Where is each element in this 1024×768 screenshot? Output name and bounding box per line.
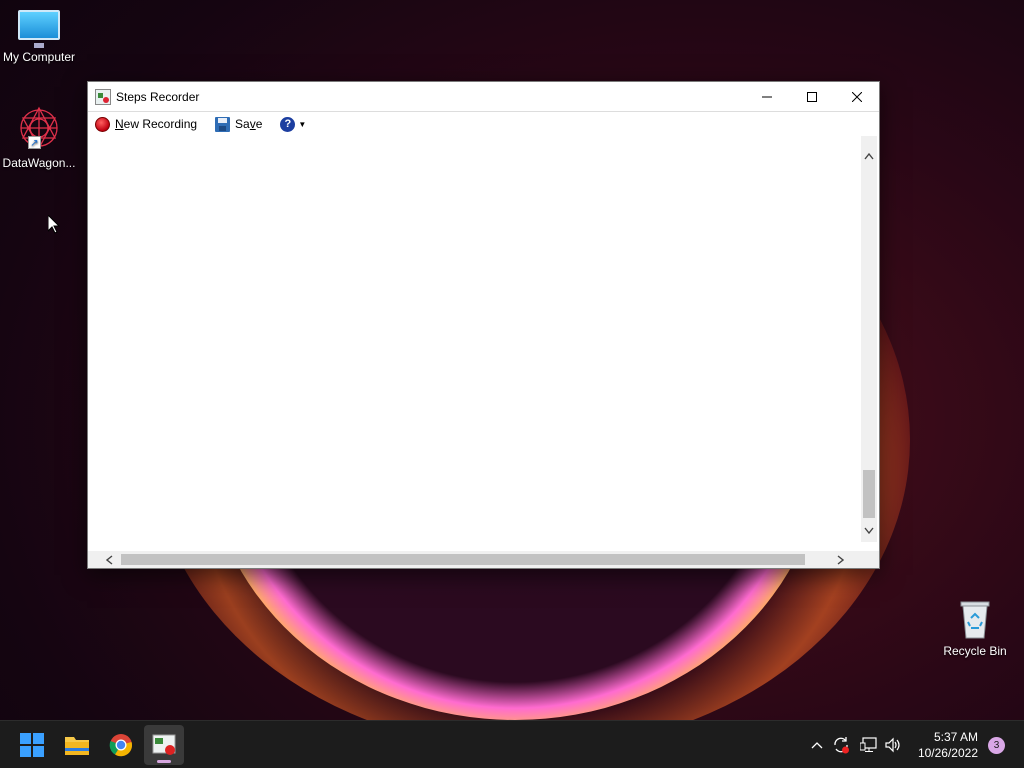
scroll-up-button[interactable] [861, 148, 877, 164]
window-title: Steps Recorder [116, 89, 200, 104]
file-explorer-button[interactable] [57, 725, 97, 765]
taskbar-clock[interactable]: 5:37 AM 10/26/2022 [918, 729, 978, 761]
horizontal-scrollbar[interactable] [88, 551, 879, 568]
chrome-icon [109, 734, 133, 757]
desktop-icon-my-computer[interactable]: My Computer [0, 10, 78, 64]
new-recording-label: New Recording [115, 117, 198, 131]
notification-badge[interactable]: 3 [988, 737, 1005, 754]
volume-icon [885, 737, 900, 753]
steps-recorder-icon [152, 734, 176, 755]
start-button[interactable] [12, 725, 52, 765]
chevron-up-icon [811, 742, 823, 749]
chevron-right-icon [837, 554, 844, 565]
datawagon-logo-icon: ↗ [15, 104, 63, 152]
taskbar: 5:37 AM 10/26/2022 3 [0, 720, 1024, 768]
recycle-bin-icon [957, 598, 993, 640]
save-icon [215, 116, 231, 132]
desktop-icon-label: DataWagon... [2, 156, 76, 170]
minimize-button[interactable] [744, 82, 789, 111]
network-icon [860, 737, 877, 752]
show-hidden-icons-button[interactable] [808, 721, 826, 768]
sync-update-icon [834, 737, 849, 754]
desktop-icon-label: My Computer [2, 50, 76, 64]
start-icon [20, 733, 44, 757]
vertical-scroll-thumb[interactable] [863, 470, 875, 518]
scroll-right-button[interactable] [831, 551, 849, 568]
dropdown-caret-icon: ▼ [298, 119, 307, 129]
desktop-icon-label: Recycle Bin [943, 644, 1007, 658]
steps-recorder-app-icon [95, 88, 111, 105]
chevron-up-icon [864, 152, 874, 159]
save-label: Save [235, 117, 263, 131]
chevron-down-icon [864, 527, 874, 534]
active-app-indicator [157, 760, 171, 763]
shortcut-arrow-icon: ↗ [28, 136, 41, 149]
help-icon: ? [280, 116, 296, 132]
title-bar[interactable]: Steps Recorder [88, 82, 879, 111]
network-tray-button[interactable] [858, 721, 880, 768]
close-button[interactable] [834, 82, 879, 111]
horizontal-scroll-thumb[interactable] [121, 554, 805, 565]
chevron-left-icon [105, 554, 112, 565]
monitor-icon [18, 10, 60, 48]
file-explorer-icon [65, 737, 89, 755]
new-recording-button[interactable]: New Recording [91, 113, 201, 135]
save-button[interactable]: Save [211, 113, 266, 135]
volume-tray-button[interactable] [882, 721, 904, 768]
clock-date: 10/26/2022 [917, 746, 978, 760]
recording-content-area [88, 136, 879, 554]
mouse-cursor-icon [47, 213, 61, 237]
vertical-scrollbar[interactable] [861, 136, 877, 542]
update-tray-button[interactable] [830, 721, 852, 768]
scroll-left-button[interactable] [100, 551, 118, 568]
maximize-button[interactable] [789, 82, 834, 111]
minimize-icon [761, 96, 772, 97]
toolbar: New Recording Save ? ▼ [88, 111, 879, 136]
clock-time: 5:37 AM [933, 730, 978, 744]
scroll-down-button[interactable] [861, 522, 877, 538]
desktop-icon-datawagon[interactable]: ↗ DataWagon... [0, 104, 78, 170]
desktop-icon-recycle-bin[interactable]: Recycle Bin [936, 598, 1014, 658]
steps-recorder-window: Steps Recorder New Recording Save ? ▼ [87, 81, 880, 569]
maximize-icon [806, 91, 817, 102]
help-button[interactable]: ? ▼ [276, 113, 310, 135]
chrome-button[interactable] [101, 725, 141, 765]
close-icon [851, 91, 862, 102]
record-icon [95, 116, 110, 132]
steps-recorder-taskbar-button[interactable] [144, 725, 184, 765]
